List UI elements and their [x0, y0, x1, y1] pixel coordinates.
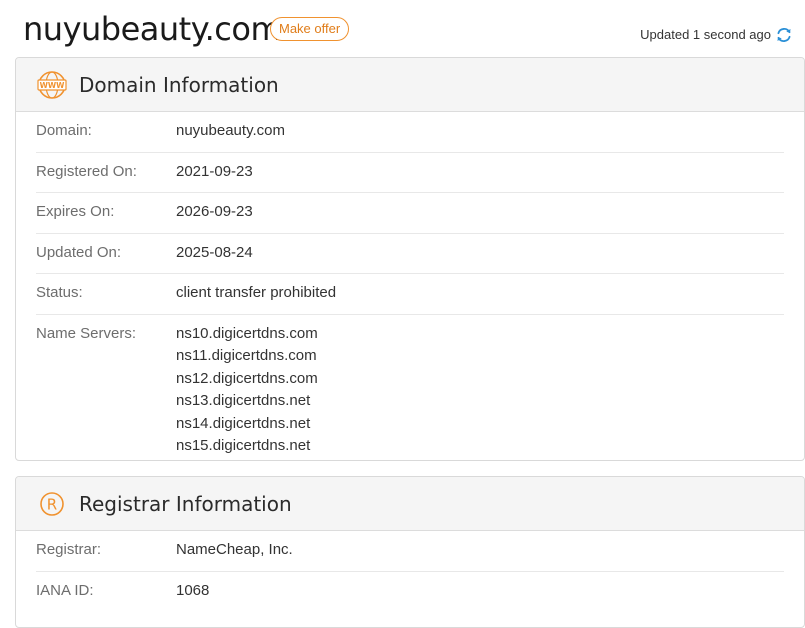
- domain-information-rows: Domain: nuyubeauty.com Registered On: 20…: [16, 112, 804, 461]
- iana-id-value: 1068: [176, 581, 210, 599]
- name-server-item: ns12.digicertdns.com: [176, 369, 318, 387]
- updated-status: Updated 1 second ago: [640, 25, 793, 45]
- registered-on-row: Registered On: 2021-09-23: [36, 153, 784, 193]
- svg-text:R: R: [47, 495, 57, 513]
- registered-on-value: 2021-09-23: [176, 162, 253, 180]
- domain-row: Domain: nuyubeauty.com: [36, 112, 784, 153]
- registrar-information-title: Registrar Information: [79, 491, 292, 516]
- status-row: Status: client transfer prohibited: [36, 274, 784, 315]
- name-server-item: ns13.digicertdns.net: [176, 392, 311, 409]
- svg-text:WWW: WWW: [40, 81, 66, 90]
- expires-on-value: 2026-09-23: [176, 203, 253, 220]
- status-label: Status:: [36, 284, 83, 301]
- updated-text: Updated 1 second ago: [640, 27, 771, 42]
- name-servers-list: ns10.digicertdns.com ns11.digicertdns.co…: [176, 323, 318, 458]
- domain-label: Domain:: [36, 122, 92, 139]
- name-server-item: ns15.digicertdns.net: [176, 437, 311, 454]
- registrar-information-rows: Registrar: NameCheap, Inc. IANA ID: 1068: [16, 531, 804, 611]
- make-offer-button[interactable]: Make offer: [270, 17, 350, 41]
- domain-information-header: WWW Domain Information: [16, 58, 804, 112]
- name-servers-row: Name Servers: ns10.digicertdns.com ns11.…: [36, 315, 784, 461]
- updated-on-row: Updated On: 2025-08-24: [36, 234, 784, 274]
- name-server-item: ns14.digicertdns.net: [176, 414, 311, 432]
- registrar-row: Registrar: NameCheap, Inc.: [36, 531, 784, 572]
- domain-information-title: Domain Information: [79, 72, 279, 97]
- status-value: client transfer prohibited: [176, 284, 337, 301]
- refresh-icon[interactable]: [775, 26, 793, 44]
- registrar-label: Registrar:: [36, 541, 102, 558]
- registered-on-label: Registered On:: [36, 162, 137, 180]
- expires-on-row: Expires On: 2026-09-23: [36, 193, 784, 234]
- www-icon: WWW: [37, 70, 67, 100]
- name-server-item: ns11.digicertdns.com: [176, 347, 317, 364]
- iana-id-label: IANA ID:: [36, 581, 94, 599]
- registered-icon: R: [37, 489, 67, 519]
- iana-id-row: IANA ID: 1068: [36, 572, 784, 612]
- expires-on-label: Expires On:: [36, 203, 115, 220]
- name-server-item: ns10.digicertdns.com: [176, 324, 318, 342]
- registrar-information-header: R Registrar Information: [16, 477, 804, 531]
- updated-on-label: Updated On:: [36, 243, 122, 261]
- registrar-value: NameCheap, Inc.: [176, 541, 293, 558]
- domain-value: nuyubeauty.com: [176, 122, 285, 139]
- domain-information-card: WWW Domain Information Domain: nuyubeaut…: [15, 57, 805, 461]
- registrar-information-card: R Registrar Information Registrar: NameC…: [15, 476, 805, 628]
- name-servers-label: Name Servers:: [36, 324, 137, 342]
- updated-on-value: 2025-08-24: [176, 243, 253, 261]
- page-title: nuyubeauty.com: [23, 10, 282, 48]
- page-header: nuyubeauty.com Make offer Updated 1 seco…: [0, 0, 805, 57]
